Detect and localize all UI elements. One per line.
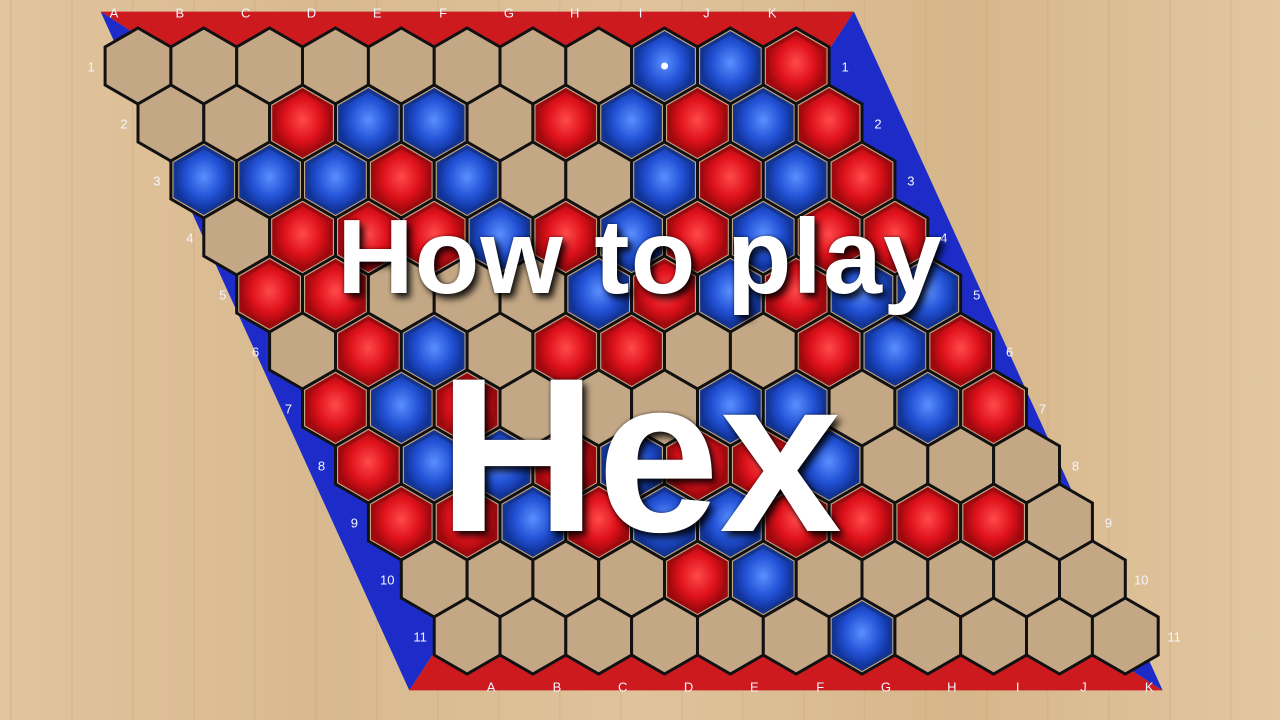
column-label-top: B <box>175 5 184 20</box>
column-label-bottom: F <box>816 679 824 694</box>
column-label-top: E <box>373 5 382 20</box>
column-label-top: K <box>768 5 777 20</box>
column-label-top: D <box>307 5 316 20</box>
row-label-right: 3 <box>907 173 914 188</box>
column-label-top: J <box>703 5 710 20</box>
column-label-top: C <box>241 5 250 20</box>
row-label-left: 2 <box>120 116 127 131</box>
title-line-1: How to play <box>337 198 943 316</box>
row-label-right: 11 <box>1167 629 1181 644</box>
column-label-bottom: K <box>1145 679 1154 694</box>
column-label-top: F <box>439 5 447 20</box>
column-label-bottom: J <box>1080 679 1087 694</box>
row-label-right: 10 <box>1134 572 1148 587</box>
title-line-2: Hex <box>438 332 842 578</box>
row-label-right: 2 <box>874 116 881 131</box>
row-label-left: 3 <box>153 173 160 188</box>
row-label-left: 10 <box>380 572 394 587</box>
row-label-left: 1 <box>87 59 94 74</box>
column-label-bottom: D <box>684 679 693 694</box>
game-screen: AABBCCDDEEFFGGHHIIJJKK112233445566778899… <box>0 0 1280 720</box>
row-label-left: 11 <box>413 629 427 644</box>
column-label-top: A <box>110 5 119 20</box>
column-label-bottom: G <box>881 679 891 694</box>
column-label-bottom: B <box>553 679 562 694</box>
row-label-right: 1 <box>841 59 848 74</box>
column-label-bottom: I <box>1016 679 1020 694</box>
dot-icon <box>661 62 669 70</box>
column-label-bottom: H <box>947 679 956 694</box>
column-label-top: G <box>504 5 514 20</box>
column-label-bottom: E <box>750 679 759 694</box>
column-label-top: I <box>639 5 643 20</box>
column-label-top: H <box>570 5 579 20</box>
column-label-bottom: C <box>618 679 627 694</box>
column-label-bottom: A <box>487 679 496 694</box>
